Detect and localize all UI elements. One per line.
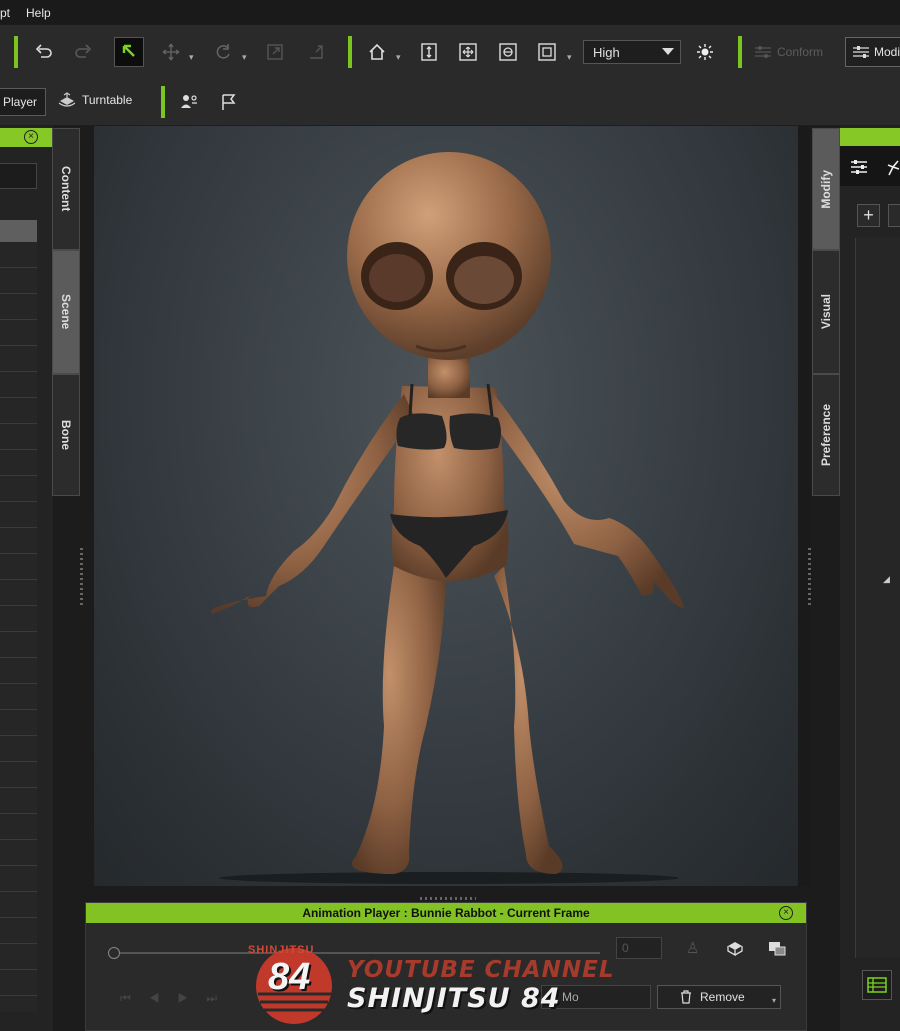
timeline-slider-track[interactable] — [120, 952, 600, 954]
player-button[interactable]: Player — [0, 88, 46, 116]
walk-icon[interactable]: ♙ — [686, 939, 699, 957]
right-panel-header — [840, 128, 900, 146]
close-icon[interactable]: × — [779, 906, 793, 920]
window-icon[interactable] — [762, 933, 792, 963]
watermark-line2: SHINJITSU 84 — [347, 983, 561, 1014]
modify-panel-button[interactable]: Modif — [845, 37, 900, 67]
sliders-icon — [853, 46, 869, 58]
home-dropdown-icon[interactable]: ▾ — [396, 52, 401, 63]
scene-list[interactable] — [0, 242, 37, 1012]
tab-modify[interactable]: Modify — [812, 128, 840, 250]
tab-scene[interactable]: Scene — [52, 250, 80, 374]
cube-icon[interactable] — [720, 933, 750, 963]
tab-visual-label: Visual — [819, 294, 833, 330]
render-quality-select[interactable]: High — [583, 40, 681, 64]
tab-bone-label: Bone — [59, 420, 73, 450]
viewport-3d[interactable] — [94, 126, 798, 886]
modify-content-area — [855, 238, 900, 958]
frame-value: 0 — [622, 941, 629, 955]
character-model — [211, 152, 684, 884]
fit-height-icon[interactable] — [414, 37, 444, 67]
pose-icon[interactable] — [878, 152, 900, 182]
toolbar-divider — [161, 86, 165, 118]
select-tool-icon[interactable] — [114, 37, 144, 67]
search-input[interactable] — [0, 163, 37, 189]
turntable-button[interactable]: Turntable — [57, 92, 132, 108]
collapse-arrow-icon[interactable]: ◢ — [883, 574, 890, 585]
turntable-label: Turntable — [82, 93, 133, 107]
redo-icon[interactable] — [68, 37, 98, 67]
camera-person-icon[interactable] — [174, 87, 204, 117]
sliders-icon[interactable] — [844, 152, 874, 182]
pan-view-icon[interactable] — [453, 37, 483, 67]
list-item-selected[interactable] — [0, 220, 37, 242]
rotate-dropdown-icon[interactable]: ▾ — [242, 52, 247, 63]
move-dropdown-icon[interactable]: ▾ — [189, 52, 194, 63]
zoom-dropdown-icon[interactable]: ▾ — [567, 52, 572, 63]
person-button[interactable] — [888, 204, 900, 227]
conform-icon — [755, 46, 771, 58]
watermark-line1: YOUTUBE CHANNEL — [347, 957, 615, 983]
scale-tool-icon[interactable] — [260, 37, 290, 67]
conform-label: Conform — [777, 45, 824, 59]
home-view-icon[interactable] — [362, 37, 392, 67]
timeline-slider-handle[interactable] — [108, 947, 120, 959]
menu-script[interactable]: pt — [0, 6, 10, 20]
turntable-icon — [58, 92, 76, 107]
frame-input[interactable]: 0 — [616, 937, 662, 959]
tab-content-label: Content — [59, 166, 73, 212]
watermark-logo: SHINJITSU 84 — [248, 942, 344, 1028]
playback-controls[interactable]: ⏮◀▶⏭ — [120, 991, 235, 1006]
player-label: Player — [3, 95, 38, 109]
tab-preference-label: Preference — [819, 403, 833, 467]
move-tool-icon[interactable] — [156, 37, 186, 67]
add-button[interactable]: + — [857, 204, 880, 227]
toolbar-divider — [738, 36, 742, 68]
light-icon[interactable] — [690, 37, 720, 67]
mode-label: Mo — [562, 990, 579, 1004]
trash-icon — [681, 990, 691, 1004]
chevron-down-icon — [662, 48, 674, 55]
pivot-tool-icon[interactable] — [301, 37, 331, 67]
timeline-toggle-button[interactable] — [862, 970, 892, 1000]
viewport-border — [798, 126, 810, 886]
timeline-icon — [867, 977, 887, 993]
toolbar-divider — [14, 36, 18, 68]
watermark-badge-top: SHINJITSU — [248, 944, 315, 956]
menu-help[interactable]: Help — [26, 6, 51, 20]
tab-visual[interactable]: Visual — [812, 250, 840, 374]
zoom-extent-icon[interactable] — [532, 37, 562, 67]
right-splitter-handle[interactable] — [808, 548, 811, 608]
remove-button[interactable]: Remove ▾ — [657, 985, 781, 1009]
render-quality-value: High — [593, 45, 620, 60]
menu-bar: pt Help — [0, 0, 900, 26]
tab-preference[interactable]: Preference — [812, 374, 840, 496]
conform-button[interactable]: Conform — [753, 42, 833, 62]
secondary-toolbar — [0, 78, 900, 126]
flag-icon[interactable] — [214, 87, 244, 117]
orbit-view-icon[interactable] — [493, 37, 523, 67]
remove-label: Remove — [700, 990, 745, 1004]
tab-content[interactable]: Content — [52, 128, 80, 250]
tab-modify-label: Modify — [819, 169, 833, 209]
left-splitter-handle[interactable] — [80, 548, 83, 608]
tab-scene-label: Scene — [59, 294, 73, 330]
toolbar-divider — [348, 36, 352, 68]
rotate-tool-icon[interactable] — [208, 37, 238, 67]
watermark-badge-number: 84 — [268, 956, 311, 998]
modify-label: Modif — [874, 45, 900, 59]
chevron-down-icon[interactable]: ▾ — [772, 996, 776, 1005]
animation-player-title: Animation Player : Bunnie Rabbot - Curre… — [86, 903, 806, 923]
undo-icon[interactable] — [29, 37, 59, 67]
close-icon[interactable]: × — [24, 130, 38, 144]
anim-splitter-handle[interactable] — [420, 897, 476, 900]
tab-bone[interactable]: Bone — [52, 374, 80, 496]
